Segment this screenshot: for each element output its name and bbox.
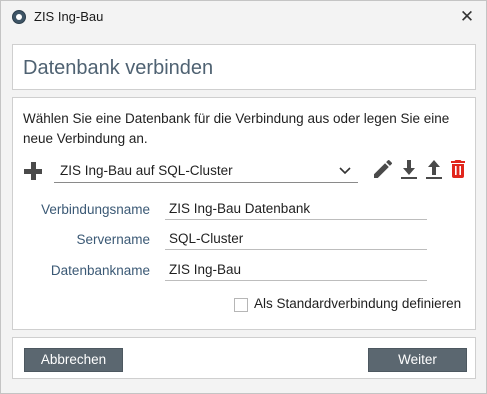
connection-select[interactable]: ZIS Ing-Bau auf SQL-Cluster — [54, 158, 358, 183]
title-bar[interactable]: ZIS Ing-Bau ✕ — [1, 1, 486, 33]
connection-name-label: Verbindungsname — [41, 202, 150, 217]
import-icon[interactable] — [397, 157, 421, 181]
chevron-down-icon — [339, 167, 351, 175]
add-connection-icon[interactable] — [23, 161, 43, 181]
dialog-window: ZIS Ing-Bau ✕ Datenbank verbinden Wählen… — [0, 0, 487, 394]
connection-select-value: ZIS Ing-Bau auf SQL-Cluster — [60, 163, 233, 178]
footer-panel: Abbrechen Weiter — [12, 337, 476, 379]
connection-name-value: ZIS Ing-Bau Datenbank — [169, 201, 311, 216]
edit-icon[interactable] — [371, 157, 395, 181]
default-connection-label[interactable]: Als Standardverbindung definieren — [254, 296, 461, 311]
database-name-value: ZIS Ing-Bau — [169, 262, 242, 277]
server-name-value: SQL-Cluster — [169, 231, 244, 246]
page-title: Datenbank verbinden — [23, 57, 214, 79]
server-name-label: Servername — [76, 232, 150, 247]
database-name-label: Datenbankname — [50, 263, 150, 278]
server-name-field[interactable]: SQL-Cluster — [165, 229, 427, 250]
connection-panel: Wählen Sie eine Datenbank für die Verbin… — [12, 97, 476, 330]
app-icon — [12, 10, 26, 24]
connection-name-field[interactable]: ZIS Ing-Bau Datenbank — [165, 199, 427, 220]
cancel-button[interactable]: Abbrechen — [24, 348, 123, 372]
instruction-text: Wählen Sie eine Datenbank für die Verbin… — [23, 111, 450, 146]
header-panel: Datenbank verbinden — [12, 44, 476, 90]
export-icon[interactable] — [422, 157, 446, 181]
database-name-field[interactable]: ZIS Ing-Bau — [165, 260, 427, 281]
delete-icon[interactable] — [446, 157, 470, 181]
next-button[interactable]: Weiter — [368, 348, 467, 372]
close-icon[interactable]: ✕ — [454, 5, 480, 29]
default-connection-checkbox[interactable] — [234, 298, 248, 312]
window-title: ZIS Ing-Bau — [34, 9, 104, 24]
